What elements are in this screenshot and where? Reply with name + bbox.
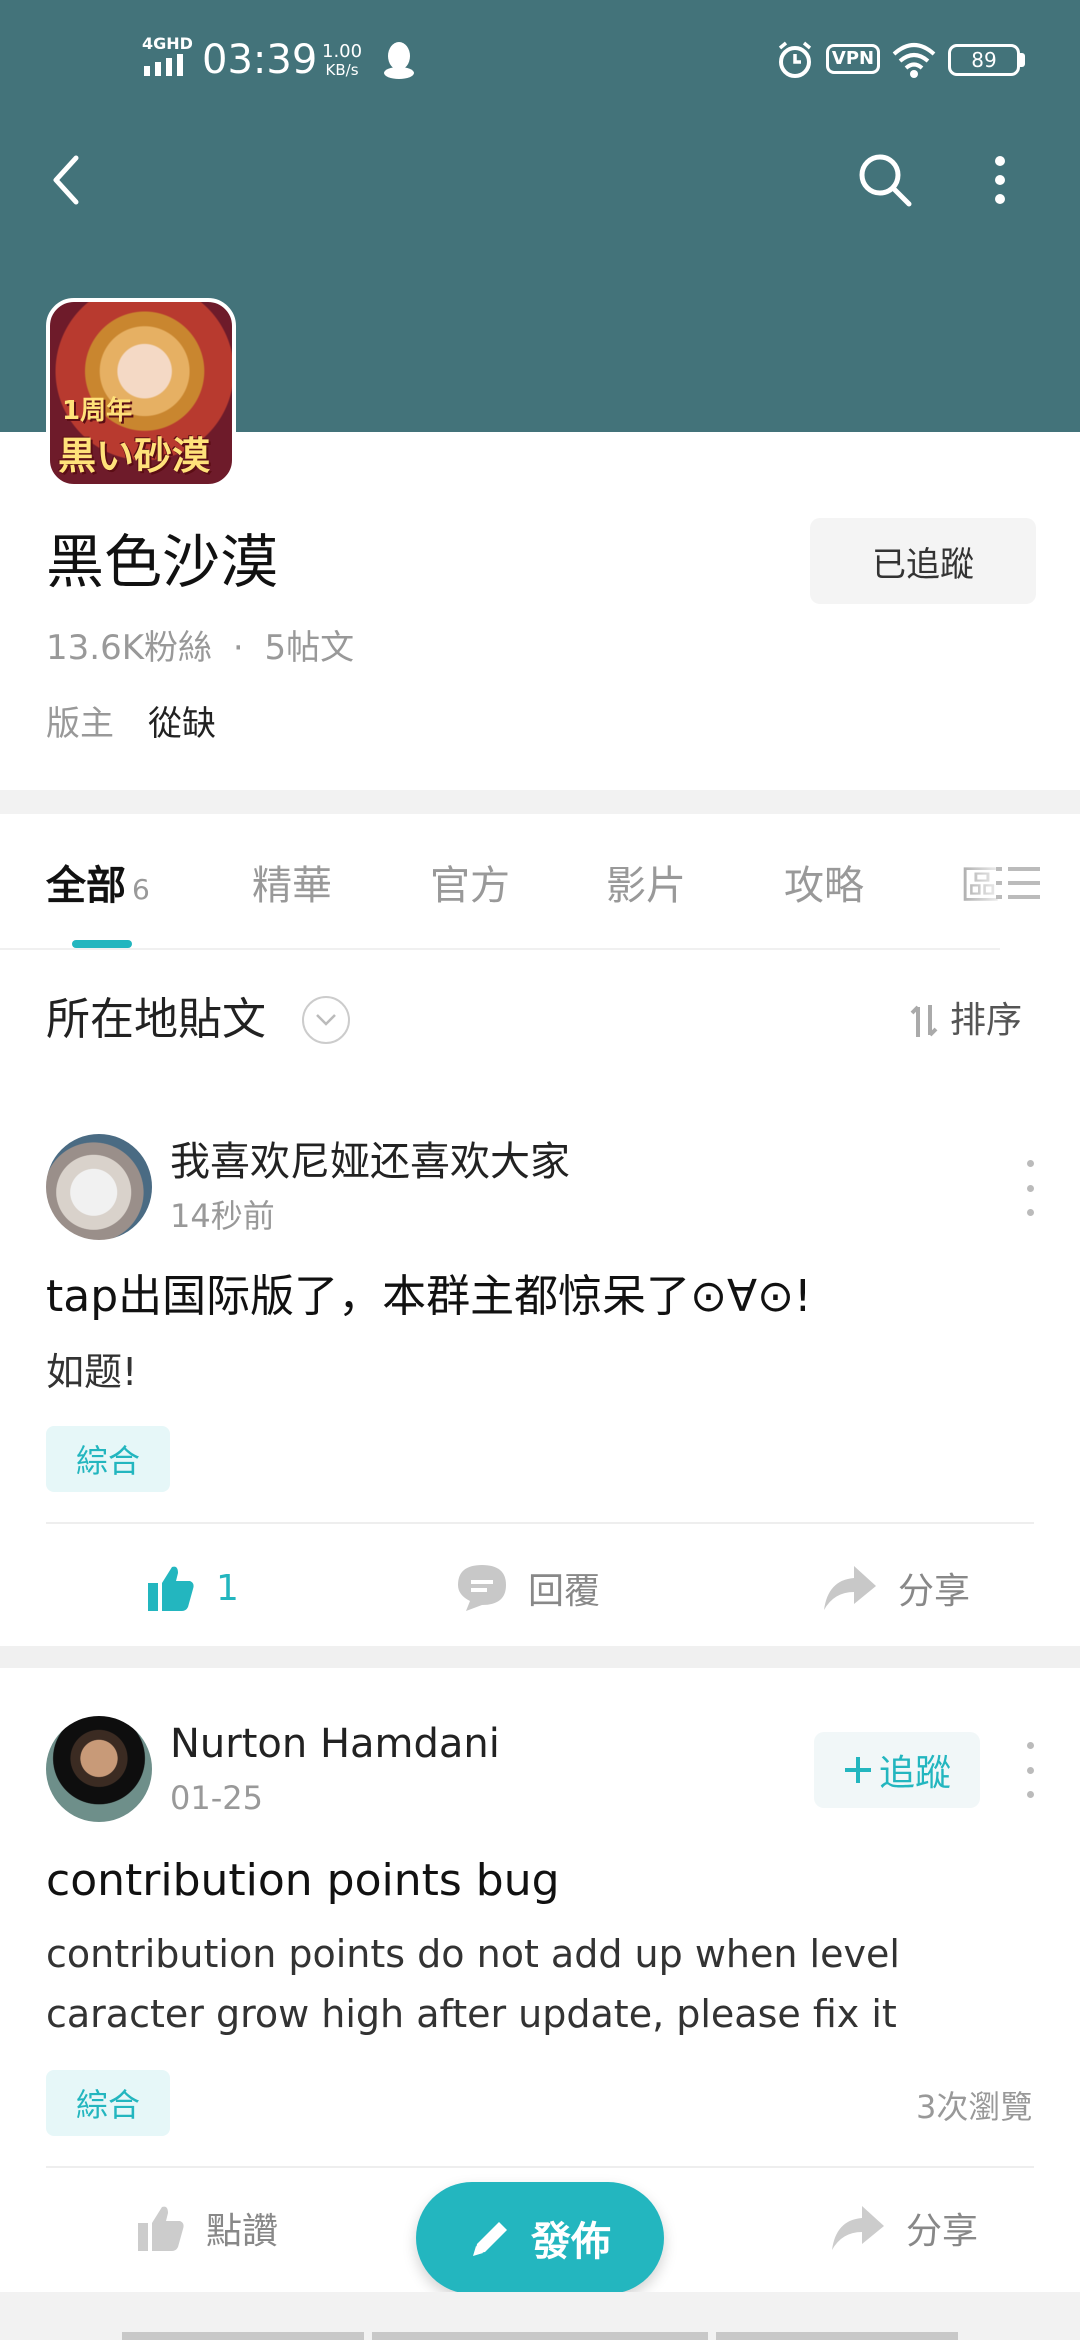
search-icon [859,154,912,207]
network-speed: 1.00 KB/s [322,42,362,80]
like-label: 點讚 [206,2211,279,2252]
following-button[interactable]: 已追蹤 [810,518,1036,604]
post-more-button[interactable] [1020,1160,1040,1216]
tab-bar: 全部6 精華 官方 影片 攻略 區 [0,814,1080,950]
post-more-button[interactable] [1020,1742,1040,1798]
stats-separator: · [232,628,244,668]
tab-guide[interactable]: 攻略 [784,858,864,914]
dot-icon [1026,1766,1034,1774]
status-time: 03:39 [202,37,318,83]
dot-icon [1026,1160,1034,1167]
list-menu-icon [996,867,1040,899]
post-divider [46,1522,1034,1524]
speed-value: 1.00 [322,41,363,62]
qq-icon [384,42,414,79]
bottom-segment [716,2332,958,2340]
more-vertical-icon [995,156,1005,204]
post-body[interactable]: 如题! [46,1342,137,1402]
publish-label: 發佈 [531,2219,611,2265]
signal-icon [144,54,183,76]
share-label: 分享 [898,1571,971,1612]
section-divider [0,790,1080,814]
wifi-icon [892,43,936,78]
sort-label: 排序 [950,1000,1023,1041]
chevron-down-icon [316,1014,336,1026]
tab-all-count: 6 [132,873,150,906]
tab-all[interactable]: 全部 6 [46,858,150,918]
plus-icon [844,1757,871,1783]
game-icon-text: 黒い砂漠 [58,434,211,478]
followers-count: 13.6K粉絲 [46,628,212,668]
post-tag[interactable]: 綜合 [46,1426,171,1492]
avatar[interactable] [46,1716,152,1822]
share-icon [832,2206,884,2250]
share-button[interactable]: 分享 [830,2196,978,2260]
post-time: 01-25 [170,1779,263,1817]
tab-official[interactable]: 官方 [430,858,510,914]
comment-icon [458,1565,506,1611]
like-button[interactable]: 1 [146,1556,239,1620]
status-bar: 4GHD 03:39 1.00 KB/s VPN 89 [0,0,1080,120]
follow-label: 追蹤 [878,1753,951,1794]
bottom-segment [122,2332,364,2340]
more-button[interactable] [980,144,1020,216]
back-button[interactable] [36,144,96,216]
post-body[interactable]: contribution points do not add up when l… [46,1924,976,2044]
game-icon-badge: 1周年 [62,396,133,426]
share-button[interactable]: 分享 [822,1556,970,1620]
chevron-left-icon [53,155,79,205]
post-time: 14秒前 [170,1197,275,1235]
reply-label: 回覆 [528,1571,601,1612]
thumbs-up-icon [148,1566,194,1611]
like-count: 1 [216,1567,239,1609]
like-button[interactable]: 點讚 [136,2196,278,2260]
publish-button[interactable]: 發佈 [416,2182,664,2294]
network-type: 4GHD [142,34,193,53]
view-count: 3次瀏覽 [916,2088,1033,2126]
tab-all-label: 全部 [46,863,126,909]
tab-baseline [0,948,1000,950]
location-posts-title[interactable]: 所在地貼文 [46,988,266,1052]
share-label: 分享 [906,2211,979,2252]
page-title: 黑色沙漠 [46,528,279,596]
dot-icon [1026,1184,1034,1192]
posts-count: 5帖文 [264,628,355,668]
post-author[interactable]: 我喜欢尼娅还喜欢大家 [170,1134,570,1190]
battery-tip [1020,53,1025,67]
post-title[interactable]: tap出国际版了，本群主都惊呆了⊙∀⊙! [46,1266,812,1328]
vpn-badge: VPN [826,44,880,74]
sort-button[interactable]: 排序 [910,994,1022,1048]
dot-icon [1026,1742,1034,1749]
sort-icon [910,1005,938,1037]
board-stats: 13.6K粉絲 · 5帖文 [46,624,354,672]
share-icon [824,1566,876,1610]
tab-featured[interactable]: 精華 [252,858,332,914]
avatar[interactable] [46,1134,152,1240]
reply-button[interactable]: 回覆 [456,1556,600,1620]
thumbs-up-icon [138,2206,184,2251]
post-divider [46,2166,1034,2168]
moderator-label: 版主 [46,704,114,744]
active-tab-indicator [72,940,132,948]
post-author[interactable]: Nurton Hamdani [170,1716,500,1772]
alarm-icon [778,41,812,78]
post-title[interactable]: contribution points bug [46,1850,560,1912]
speed-unit: KB/s [325,61,359,79]
tab-menu-button[interactable] [990,858,1046,908]
post-separator [0,1646,1080,1668]
follow-author-button[interactable]: 追蹤 [814,1732,980,1808]
search-button[interactable] [852,144,918,216]
location-dropdown[interactable] [302,996,350,1044]
battery-indicator: 89 [948,44,1020,76]
pencil-icon [473,2222,507,2256]
post-tag[interactable]: 綜合 [46,2070,171,2136]
bottom-segment [372,2332,708,2340]
moderator-name: 從缺 [148,704,216,744]
dot-icon [1026,1209,1034,1216]
tab-video[interactable]: 影片 [606,858,686,914]
game-icon: 1周年 黒い砂漠 [46,298,236,488]
dot-icon [1026,1791,1034,1798]
